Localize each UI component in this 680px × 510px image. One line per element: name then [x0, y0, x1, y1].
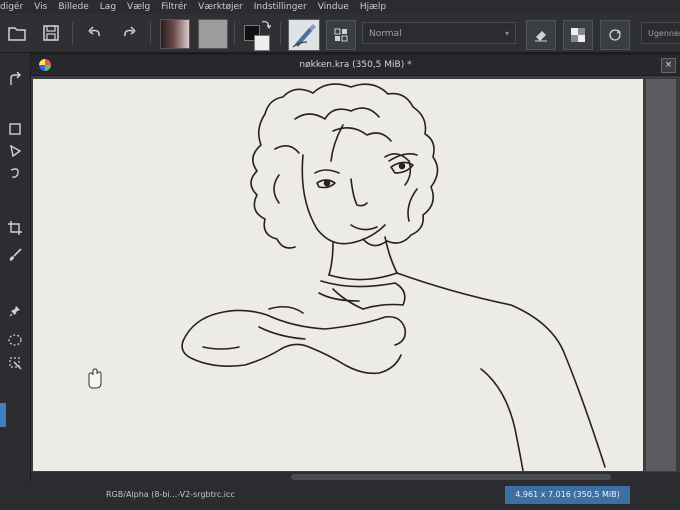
- brush-tool[interactable]: [5, 245, 25, 265]
- wrap-icon: [609, 29, 621, 41]
- polygon-tool[interactable]: [5, 141, 25, 161]
- docker-tab[interactable]: [0, 403, 6, 427]
- rectangle-icon: [9, 123, 21, 135]
- pattern-selector[interactable]: [198, 19, 228, 49]
- magic-select-tool[interactable]: [5, 353, 25, 373]
- menu-settings[interactable]: Indstillinger: [254, 0, 307, 14]
- redo-icon: [124, 26, 136, 37]
- freehand-path-tool[interactable]: [5, 163, 25, 183]
- menu-edit[interactable]: digér: [0, 0, 23, 14]
- brush-pen-icon: [292, 24, 316, 48]
- drawing-canvas[interactable]: [33, 79, 643, 472]
- opacity-field[interactable]: Ugennem: [641, 22, 680, 44]
- toolbar-separator: [72, 22, 73, 44]
- color-profile-label: RGB/Alpha (8-bi...-V2-srgbtrc.icc: [106, 490, 235, 499]
- blend-mode-select[interactable]: Normal ▾: [362, 22, 516, 44]
- scrollbar-thumb[interactable]: [291, 474, 611, 480]
- toolbar-separator: [150, 22, 151, 44]
- freehand-path-icon: [10, 168, 19, 178]
- undo-icon: [88, 26, 100, 37]
- foreground-background-colors[interactable]: [242, 19, 272, 51]
- main-toolbar: Normal ▾ Ugennem: [0, 14, 680, 53]
- close-document-button[interactable]: ×: [661, 58, 676, 73]
- menu-select[interactable]: Vælg: [127, 0, 150, 14]
- crop-icon: [8, 221, 22, 235]
- toolbar-separator: [280, 22, 281, 44]
- toolbox: [0, 53, 31, 493]
- menu-window[interactable]: Vindue: [318, 0, 349, 14]
- checker-icon: [571, 28, 585, 42]
- save-icon: [43, 25, 59, 41]
- horizontal-scrollbar[interactable]: [31, 472, 680, 482]
- image-size-label[interactable]: 4.961 x 7.016 (350,5 MiB): [505, 486, 630, 504]
- status-bar: RGB/Alpha (8-bi...-V2-srgbtrc.icc 4.961 …: [0, 482, 680, 510]
- folder-icon: [8, 27, 26, 41]
- crop-tool[interactable]: [5, 218, 25, 238]
- menu-filter[interactable]: Filtrér: [161, 0, 187, 14]
- wrap-mode-button[interactable]: [600, 20, 630, 50]
- vertical-scrollbar[interactable]: [646, 79, 676, 471]
- line-art-drawing: [88, 83, 606, 472]
- background-color[interactable]: [254, 35, 270, 51]
- document-title: nøkken.kra (350,5 MiB) *: [299, 60, 412, 70]
- elliptical-selection-tool[interactable]: [5, 330, 25, 350]
- save-button[interactable]: [38, 20, 64, 46]
- blend-mode-value: Normal: [369, 29, 402, 39]
- gradient-selector[interactable]: [160, 19, 190, 49]
- rectangle-tool[interactable]: [5, 119, 25, 139]
- transform-arrow-icon: [10, 72, 21, 85]
- magic-wand-icon: [9, 357, 22, 370]
- toolbar-separator: [234, 22, 235, 44]
- opacity-label: Ugennem: [648, 29, 680, 38]
- canvas-area: [31, 76, 680, 472]
- menu-bar: digér Vis Billede Lag Vælg Filtrér Værkt…: [0, 0, 680, 14]
- transform-tool[interactable]: [5, 69, 25, 89]
- eraser-icon: [535, 31, 547, 42]
- menu-tools[interactable]: Værktøjer: [198, 0, 243, 14]
- preserve-alpha-button[interactable]: [563, 20, 593, 50]
- menu-help[interactable]: Hjælp: [360, 0, 386, 14]
- brush-preset-selector[interactable]: [288, 19, 320, 51]
- menu-view[interactable]: Vis: [34, 0, 47, 14]
- chevron-down-icon: ▾: [504, 29, 509, 38]
- grid-settings-icon: [334, 28, 348, 42]
- hand-cursor-icon: [88, 368, 102, 389]
- paintbrush-icon: [9, 248, 22, 261]
- pin-icon: [9, 306, 20, 317]
- swap-colors-icon[interactable]: [261, 19, 271, 29]
- document-tab[interactable]: nøkken.kra (350,5 MiB) * ×: [31, 55, 680, 76]
- dashed-ellipse-icon: [8, 334, 22, 346]
- brush-settings-button[interactable]: [326, 20, 356, 50]
- redo-button[interactable]: [116, 20, 142, 46]
- menu-layer[interactable]: Lag: [100, 0, 116, 14]
- eraser-mode-button[interactable]: [526, 20, 556, 50]
- assistant-tool[interactable]: [5, 301, 25, 321]
- polygon-icon: [10, 145, 21, 157]
- open-file-button[interactable]: [4, 20, 30, 46]
- undo-button[interactable]: [82, 20, 108, 46]
- menu-image[interactable]: Billede: [58, 0, 88, 14]
